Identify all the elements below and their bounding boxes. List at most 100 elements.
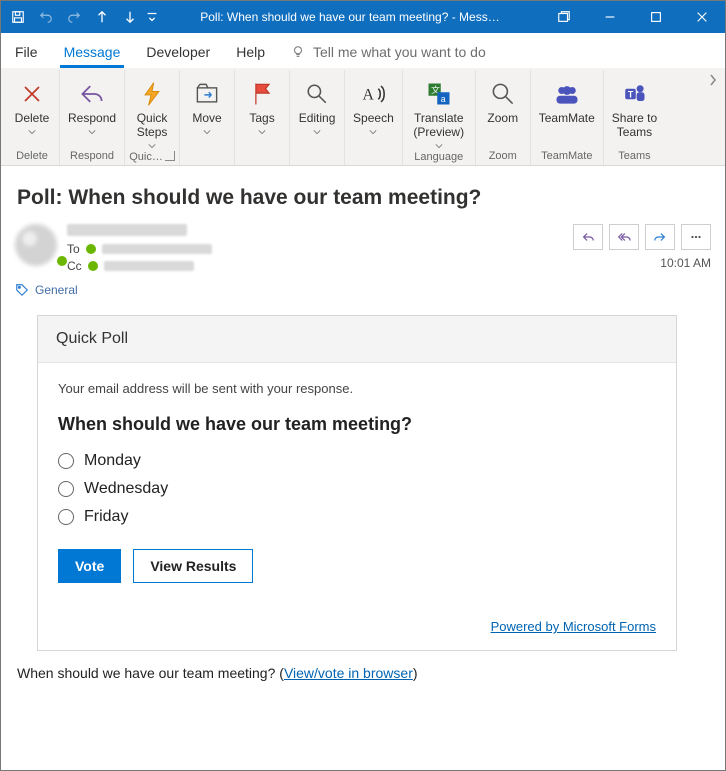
- dialog-launcher-icon[interactable]: [165, 151, 175, 161]
- message-header: To Cc 10:01 AM: [15, 224, 711, 273]
- view-in-browser-link[interactable]: View/vote in browser: [284, 665, 413, 681]
- category-tag[interactable]: General: [15, 283, 711, 297]
- redo-icon[interactable]: [61, 1, 87, 33]
- avatar[interactable]: [15, 224, 67, 266]
- tab-message[interactable]: Message: [62, 38, 123, 67]
- sender-name[interactable]: [67, 224, 187, 236]
- group-zoom: Zoom Zoom: [476, 70, 531, 165]
- undo-icon[interactable]: [33, 1, 59, 33]
- ribbon: Delete Delete Respond Respond Quick Step…: [1, 68, 725, 166]
- from-block: To Cc: [67, 224, 573, 273]
- to-line: To: [67, 242, 573, 256]
- svg-text:T: T: [628, 90, 634, 100]
- forms-credit-link[interactable]: Powered by Microsoft Forms: [491, 619, 656, 634]
- group-tags: Tags: [235, 70, 290, 165]
- view-results-button[interactable]: View Results: [133, 549, 253, 583]
- next-item-icon[interactable]: [117, 1, 143, 33]
- delete-button[interactable]: Delete: [7, 74, 57, 136]
- window-title: Poll: When should we have our team meeti…: [159, 10, 541, 24]
- poll-option-label: Wednesday: [84, 480, 168, 498]
- poll-option[interactable]: Monday: [58, 447, 656, 475]
- respond-button[interactable]: Respond: [62, 74, 122, 136]
- poll-question: When should we have our team meeting?: [58, 414, 656, 435]
- folder-move-icon: [193, 78, 221, 110]
- radio-icon: [58, 481, 74, 497]
- chevron-down-icon: [369, 128, 377, 136]
- group-speech: A Speech: [345, 70, 403, 165]
- reply-all-button[interactable]: [609, 224, 639, 250]
- translate-button[interactable]: 文a Translate (Preview): [405, 74, 473, 150]
- message-actions: [573, 224, 711, 250]
- message-subject: Poll: When should we have our team meeti…: [17, 186, 711, 210]
- move-button[interactable]: Move: [182, 74, 232, 136]
- pop-out-icon[interactable]: [541, 1, 587, 33]
- radio-icon: [58, 509, 74, 525]
- poll-option[interactable]: Wednesday: [58, 475, 656, 503]
- poll-card: Quick Poll Your email address will be se…: [37, 315, 677, 651]
- to-label: To: [67, 242, 80, 256]
- teammate-icon: [553, 78, 581, 110]
- minimize-icon[interactable]: [587, 1, 633, 33]
- radio-icon: [58, 453, 74, 469]
- group-move: Move: [180, 70, 235, 165]
- close-icon[interactable]: [679, 1, 725, 33]
- tab-file[interactable]: File: [13, 38, 40, 67]
- more-actions-button[interactable]: [681, 224, 711, 250]
- chevron-down-icon: [28, 128, 36, 136]
- teammate-button[interactable]: TeamMate: [533, 74, 601, 126]
- tab-developer[interactable]: Developer: [144, 38, 212, 67]
- presence-available-icon: [86, 244, 96, 254]
- group-language: 文a Translate (Preview) Language: [403, 70, 476, 165]
- tab-help[interactable]: Help: [234, 38, 267, 67]
- quick-steps-button[interactable]: Quick Steps: [127, 74, 177, 150]
- message-timestamp: 10:01 AM: [660, 256, 711, 270]
- poll-option-label: Friday: [84, 508, 128, 526]
- group-respond: Respond Respond: [60, 70, 125, 165]
- group-editing: Editing: [290, 70, 345, 165]
- chevron-down-icon: [313, 128, 321, 136]
- poll-actions: Vote View Results: [58, 549, 656, 583]
- tell-me-placeholder: Tell me what you want to do: [313, 44, 486, 60]
- group-quicksteps: Quick Steps Quic…: [125, 70, 180, 165]
- forward-button[interactable]: [645, 224, 675, 250]
- group-teams: T Share to Teams Teams: [604, 70, 665, 165]
- tags-button[interactable]: Tags: [237, 74, 287, 136]
- chevron-down-icon: [88, 128, 96, 136]
- chevron-down-icon: [435, 142, 443, 150]
- poll-header: Quick Poll: [38, 316, 676, 363]
- infobar: When should we have our team meeting? (V…: [15, 651, 711, 691]
- vote-button[interactable]: Vote: [58, 549, 121, 583]
- window-controls: [541, 1, 725, 33]
- delete-icon: [18, 78, 46, 110]
- cc-line: Cc: [67, 259, 573, 273]
- editing-button[interactable]: Editing: [292, 74, 342, 136]
- save-icon[interactable]: [5, 1, 31, 33]
- share-to-teams-button[interactable]: T Share to Teams: [606, 74, 663, 140]
- to-recipient[interactable]: [102, 244, 212, 254]
- presence-available-icon: [88, 261, 98, 271]
- zoom-button[interactable]: Zoom: [478, 74, 528, 126]
- qat-customize-icon[interactable]: [145, 1, 159, 33]
- find-icon: [303, 78, 331, 110]
- poll-disclaimer: Your email address will be sent with you…: [58, 381, 656, 396]
- svg-text:a: a: [441, 94, 446, 104]
- reply-icon: [78, 78, 106, 110]
- category-icon: [15, 283, 29, 297]
- reply-button[interactable]: [573, 224, 603, 250]
- speech-button[interactable]: A Speech: [347, 74, 400, 136]
- poll-option[interactable]: Friday: [58, 503, 656, 531]
- chevron-down-icon: [258, 128, 266, 136]
- cc-recipient[interactable]: [104, 261, 194, 271]
- ribbon-scroll-right-icon[interactable]: [707, 74, 719, 162]
- tell-me-search[interactable]: Tell me what you want to do: [289, 38, 713, 67]
- category-label: General: [35, 283, 78, 297]
- message-reading-pane: Poll: When should we have our team meeti…: [1, 166, 725, 770]
- previous-item-icon[interactable]: [89, 1, 115, 33]
- quick-access-toolbar: [5, 1, 159, 33]
- group-teammate: TeamMate TeamMate: [531, 70, 604, 165]
- chevron-down-icon: [203, 128, 211, 136]
- maximize-icon[interactable]: [633, 1, 679, 33]
- zoom-icon: [489, 78, 517, 110]
- translate-icon: 文a: [425, 78, 453, 110]
- ribbon-tabs: File Message Developer Help Tell me what…: [1, 33, 725, 68]
